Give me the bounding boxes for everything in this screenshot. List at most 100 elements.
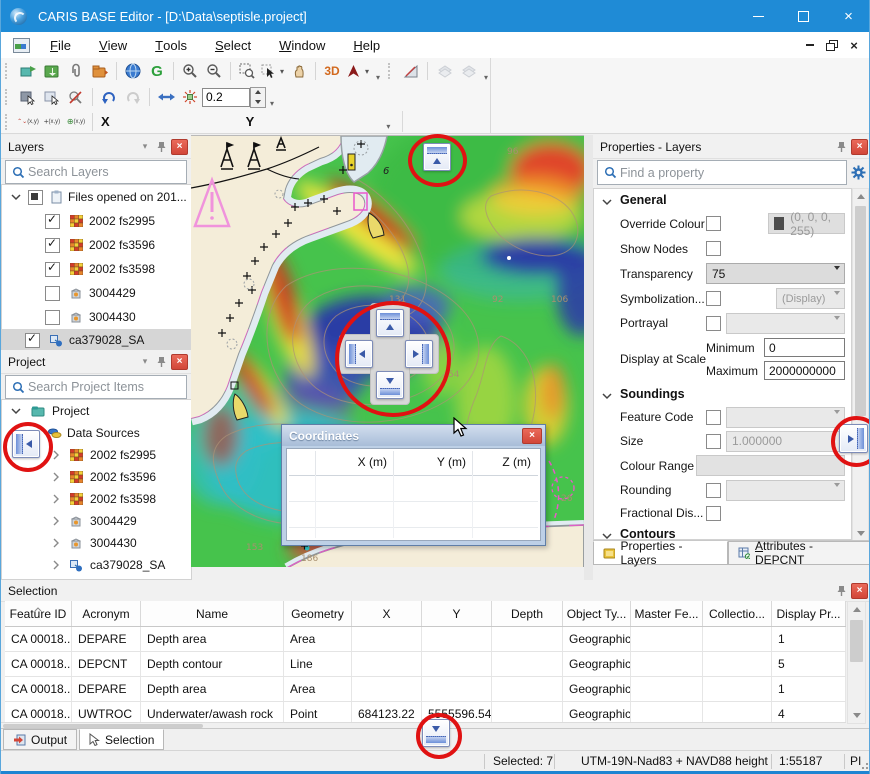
select-by-area-icon[interactable] (40, 86, 64, 108)
layer-item-3004429[interactable]: 3004429 (2, 281, 191, 305)
panel-menu-icon[interactable]: ▾ (137, 356, 153, 367)
menu-window[interactable]: Window (265, 32, 339, 58)
web-map-icon[interactable] (121, 60, 145, 82)
difference-layers-icon[interactable] (456, 60, 480, 82)
project-search-input[interactable] (26, 379, 191, 395)
splitter[interactable] (584, 135, 593, 580)
collapse-icon[interactable] (8, 190, 24, 204)
expand-icon[interactable] (48, 514, 64, 528)
toolbar-grip[interactable] (388, 63, 394, 79)
toolbar-grip[interactable] (5, 114, 11, 130)
pan-icon[interactable] (287, 60, 311, 82)
maximize-button[interactable] (781, 0, 826, 32)
tab-attributes-depcnt[interactable]: Attributes - DEPCNT (728, 541, 870, 565)
close-panel-icon[interactable]: × (171, 354, 188, 370)
project-search[interactable] (5, 375, 187, 399)
mdi-close-button[interactable]: × (843, 36, 865, 54)
attach-icon[interactable] (64, 60, 88, 82)
column-feature-id[interactable]: Feature ID (5, 601, 72, 626)
new-basefile-icon[interactable] (16, 60, 40, 82)
close-panel-icon[interactable]: × (851, 139, 868, 155)
next-view-icon[interactable] (121, 86, 145, 108)
coordinates-close-icon[interactable]: × (522, 428, 542, 444)
coordinates-titlebar[interactable]: Coordinates × (282, 425, 545, 446)
symbolization-checkbox[interactable] (706, 291, 721, 306)
north-arrow-icon[interactable] (344, 60, 362, 82)
layer-item-ca379028-SA[interactable]: ca379028_SA (2, 329, 191, 351)
toolbar-overflow-icon[interactable]: ▾ (382, 122, 394, 131)
menu-file[interactable]: File (36, 32, 85, 58)
table-row[interactable]: CA 00018...DEPCNTDepth contourLineGeogra… (5, 652, 846, 677)
toolbar-grip[interactable] (5, 89, 11, 105)
property-search-input[interactable] (618, 165, 846, 181)
coordinate-snap-icon[interactable]: ⊕(x,y) (64, 111, 88, 133)
zoom-out-icon[interactable] (202, 60, 226, 82)
minimum-input[interactable]: 0 (764, 338, 845, 357)
3d-view-icon[interactable]: 3D (320, 60, 344, 82)
menu-view[interactable]: View (85, 32, 141, 58)
close-panel-icon[interactable]: × (851, 583, 868, 599)
mdi-document-icon[interactable] (13, 38, 30, 53)
menu-help[interactable]: Help (339, 32, 394, 58)
soundings-section-header[interactable]: Soundings (594, 383, 851, 405)
toolbar-grip[interactable] (5, 63, 11, 79)
property-settings-gear-icon[interactable] (849, 162, 867, 182)
table-row[interactable]: CA 00018...DEPAREDepth areaAreaGeographi… (5, 627, 846, 652)
properties-scrollbar[interactable] (852, 188, 869, 542)
project-item-2002-fs3598[interactable]: 2002 fs3598 (2, 488, 191, 510)
tab-selection[interactable]: Selection (79, 729, 164, 750)
google-earth-icon[interactable]: G (145, 60, 169, 82)
expand-icon[interactable] (48, 558, 64, 572)
measure-icon[interactable] (399, 60, 423, 82)
layers-search[interactable] (5, 160, 187, 184)
expand-icon[interactable] (48, 492, 64, 506)
resize-grip-icon[interactable] (866, 767, 868, 769)
selection-vertical-scrollbar[interactable] (847, 601, 866, 724)
export-data-icon[interactable] (88, 60, 112, 82)
collapse-icon[interactable] (8, 404, 24, 418)
coordinates-window[interactable]: Coordinates × X (m) Y (m) Z (m) (281, 424, 546, 546)
rounding-checkbox[interactable] (706, 483, 721, 498)
column-display-priority[interactable]: Display Pr... (772, 601, 846, 626)
layer-item-2002-fs3596[interactable]: 2002 fs3596 (2, 233, 191, 257)
layer-checkbox[interactable] (45, 214, 60, 229)
contours-section-header[interactable]: Contours (594, 524, 851, 540)
pin-icon[interactable] (833, 585, 849, 597)
layer-checkbox[interactable] (45, 310, 60, 325)
open-data-icon[interactable] (40, 60, 64, 82)
stepper-up-icon[interactable] (251, 88, 265, 98)
minimize-button[interactable] (736, 0, 781, 32)
scroll-down-icon[interactable] (848, 708, 865, 723)
column-object-type[interactable]: Object Ty... (563, 601, 631, 626)
layer-checkbox[interactable] (45, 238, 60, 253)
general-section-header[interactable]: General (594, 189, 851, 211)
snap-tolerance-stepper[interactable] (250, 87, 266, 108)
tab-output[interactable]: Output (3, 729, 77, 750)
column-name[interactable]: Name (141, 601, 284, 626)
coordinate-entry-icon[interactable]: ⌃⌄(x,y) (16, 111, 40, 133)
transparency-combo[interactable]: 75 (706, 263, 845, 284)
column-depth[interactable]: Depth (492, 601, 563, 626)
pin-icon[interactable] (153, 141, 169, 153)
project-item-3004429[interactable]: 3004429 (2, 510, 191, 532)
colour-range-field[interactable] (696, 455, 845, 476)
project-item-3004430[interactable]: 3004430 (2, 532, 191, 554)
column-x[interactable]: X (352, 601, 422, 626)
column-master-feature[interactable]: Master Fe... (631, 601, 703, 626)
menu-tools[interactable]: Tools (141, 32, 201, 58)
zoom-window-icon[interactable] (235, 60, 259, 82)
previous-view-icon[interactable] (97, 86, 121, 108)
column-acronym[interactable]: Acronym (72, 601, 141, 626)
expand-icon[interactable] (48, 470, 64, 484)
toolbar-overflow-icon[interactable]: ▾ (372, 73, 384, 82)
layer-checkbox[interactable] (28, 190, 43, 205)
zoom-in-icon[interactable] (178, 60, 202, 82)
property-search[interactable] (597, 160, 847, 185)
size-input[interactable]: 1.000000 (726, 431, 845, 452)
select-tool-icon[interactable] (259, 60, 277, 82)
pin-icon[interactable] (833, 141, 849, 153)
scroll-up-icon[interactable] (853, 189, 868, 204)
close-panel-icon[interactable]: × (171, 139, 188, 155)
symbolization-combo[interactable]: (Display) (776, 288, 845, 309)
rounding-combo[interactable] (726, 480, 845, 501)
